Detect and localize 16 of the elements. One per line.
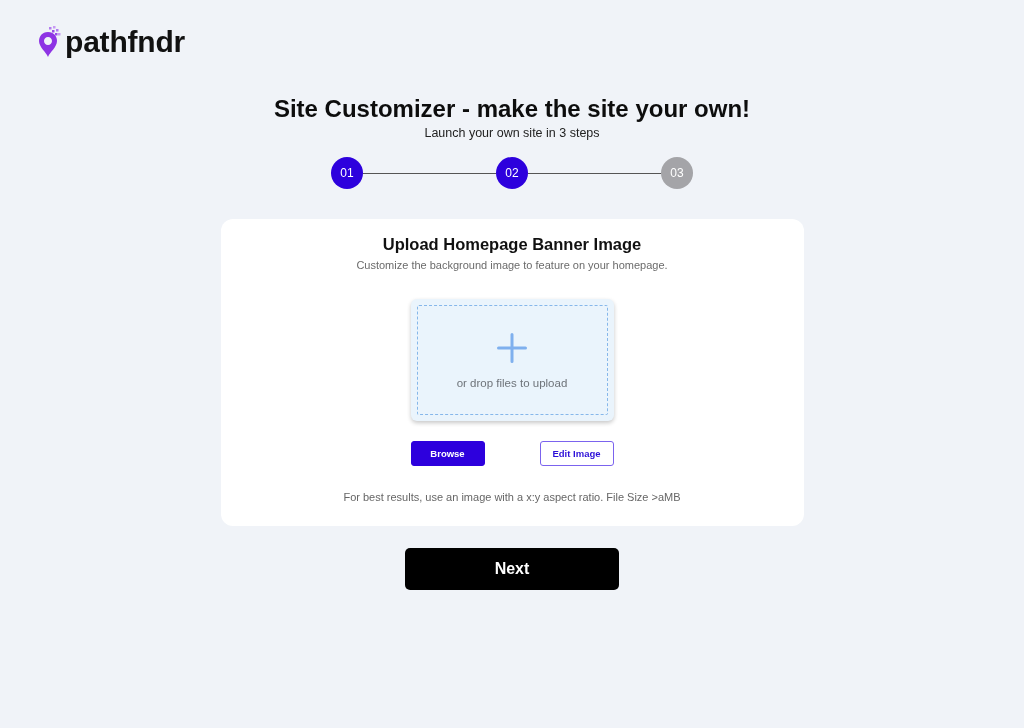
step-circle: 02: [496, 157, 528, 190]
map-pin-logo-icon: [38, 26, 61, 58]
plus-icon: [497, 333, 527, 364]
page-title: Site Customizer - make the site your own!: [273, 95, 751, 124]
upload-note: For best results, use an image with a x:y aspect ratio. File Size >aMB: [343, 491, 681, 505]
page-subtitle: Launch your own site in 3 steps: [424, 125, 600, 142]
browse-button[interactable]: Browse: [410, 441, 485, 467]
next-button[interactable]: Next: [405, 547, 619, 590]
logo-text: pathfndr: [65, 26, 186, 58]
card-title: Upload Homepage Banner Image: [382, 235, 642, 256]
card-subtitle: Customize the background image to feature on your homepage.: [356, 259, 668, 273]
drop-hint-text: or drop files to upload: [456, 377, 568, 392]
step-circle: 03: [661, 157, 693, 190]
file-drop-zone[interactable]: or drop files to upload: [410, 299, 614, 422]
step-circle: 01: [331, 157, 363, 190]
edit-image-button[interactable]: Edit Image: [539, 441, 614, 467]
